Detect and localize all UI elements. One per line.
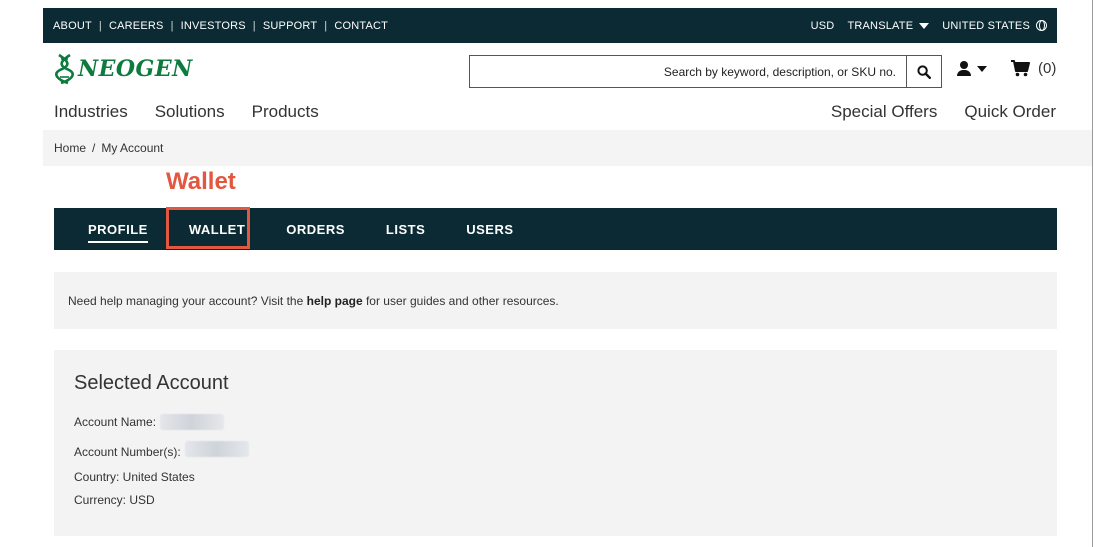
annotation-label: Wallet [166,168,236,195]
account-number-label: Account Number(s): [74,445,181,459]
search-icon [917,64,931,79]
user-menu-button[interactable] [957,61,987,77]
contact-link[interactable]: CONTACT [334,20,388,32]
translate-dropdown[interactable]: TRANSLATE [847,19,930,32]
selected-account-panel: Selected Account Account Name: Account N… [54,350,1057,536]
support-link[interactable]: SUPPORT [263,20,317,32]
nav-products[interactable]: Products [252,102,319,122]
search-button[interactable] [906,56,941,87]
utility-settings: USD TRANSLATE UNITED STATES [811,20,1047,32]
currency-label: USD [810,19,835,32]
help-panel: Need help managing your account? Visit t… [54,272,1057,329]
user-icon [957,61,971,77]
tab-wallet[interactable]: WALLET [189,222,245,237]
secondary-nav: Special Offers Quick Order [804,102,1056,122]
page: ABOUT | CAREERS | INVESTORS | SUPPORT | … [0,0,1095,547]
logo-text: NEOGEN [78,56,193,82]
tab-profile[interactable]: PROFILE [88,222,148,243]
breadcrumb-band [43,130,1092,166]
caret-down-icon [919,22,930,29]
help-text-prefix: Need help managing your account? Visit t… [68,293,304,308]
separator: | [324,19,328,32]
search-input[interactable] [470,56,906,87]
region-selector[interactable]: UNITED STATES [942,20,1047,32]
account-name-row: Account Name: [74,414,225,430]
globe-icon [1036,20,1047,31]
help-text-suffix: for user guides and other resources. [365,293,559,308]
breadcrumb-separator: / [92,141,96,155]
caret-down-icon [977,66,987,72]
nav-special-offers[interactable]: Special Offers [831,102,937,122]
selected-account-title: Selected Account [74,372,229,394]
account-country: Country: United States [74,470,195,484]
tab-lists[interactable]: LISTS [386,222,425,237]
breadcrumb: Home / My Account [54,141,163,155]
breadcrumb-my-account: My Account [101,141,164,155]
about-link[interactable]: ABOUT [53,20,92,32]
redacted-account-number [184,441,249,457]
help-page-link[interactable]: help page [307,294,363,308]
translate-label: TRANSLATE [847,19,914,32]
account-name-label: Account Name: [74,415,157,429]
nav-industries[interactable]: Industries [54,102,128,122]
utility-links: ABOUT | CAREERS | INVESTORS | SUPPORT | … [53,20,388,32]
region-label: UNITED STATES [942,19,1030,32]
utility-bar: ABOUT | CAREERS | INVESTORS | SUPPORT | … [43,8,1057,43]
search-box [469,55,942,88]
breadcrumb-home[interactable]: Home [54,141,86,155]
separator: | [98,19,102,32]
neogen-logo[interactable]: NEOGEN [54,51,193,87]
redacted-account-name [160,414,225,430]
tab-orders[interactable]: ORDERS [286,222,345,237]
separator: | [170,19,174,32]
dna-icon [55,53,74,85]
account-number-row: Account Number(s): [74,441,249,459]
careers-link[interactable]: CAREERS [109,20,164,32]
nav-solutions[interactable]: Solutions [155,102,225,122]
currency-selector[interactable]: USD [811,20,835,32]
account-currency: Currency: USD [74,493,155,507]
nav-quick-order[interactable]: Quick Order [964,102,1056,122]
investors-link[interactable]: INVESTORS [181,20,246,32]
account-tab-bar: PROFILE WALLET ORDERS LISTS USERS [54,208,1057,250]
cart-icon [1011,60,1030,77]
cart-count: (0) [1038,60,1057,77]
separator: | [252,19,256,32]
cart-button[interactable]: (0) [1011,60,1056,77]
window-edge [1092,0,1093,547]
main-nav: Industries Solutions Products [54,102,346,122]
tab-users[interactable]: USERS [466,222,513,237]
